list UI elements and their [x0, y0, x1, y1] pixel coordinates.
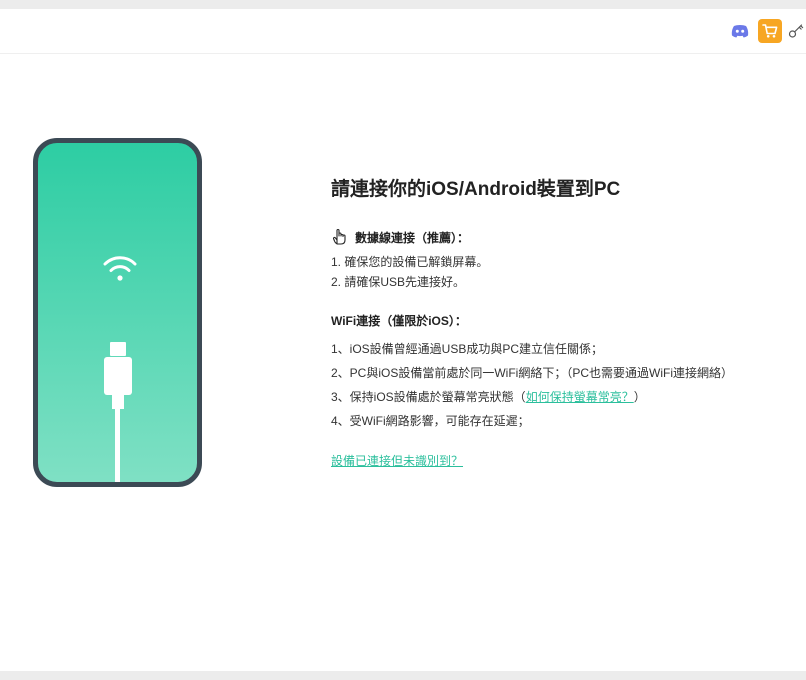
page-title: 請連接你的iOS/Android裝置到PC [331, 179, 621, 200]
usb-cable-icon [104, 342, 132, 482]
discord-button[interactable] [728, 19, 752, 43]
key-icon [788, 24, 804, 38]
wifi-step-3-text: 3、保持iOS設備處於螢幕常亮狀態（ [331, 390, 526, 404]
title-bar [0, 9, 806, 54]
cart-icon [762, 24, 778, 38]
phone-illustration [33, 138, 202, 487]
wifi-step-3: 3、保持iOS設備處於螢幕常亮狀態（如何保持螢幕常亮？） [331, 385, 791, 409]
wifi-step-1: 1、iOS設備曾經通過USB成功與PC建立信任關係； [331, 342, 604, 356]
keep-screen-on-link[interactable]: 如何保持螢幕常亮？ [526, 390, 634, 404]
device-not-recognized-link[interactable]: 設備已連接但未識別到？ [331, 451, 791, 471]
wifi-section-title: WiFi連接（僅限於iOS）： [331, 314, 467, 328]
wifi-step-4: 4、受WiFi網路影響，可能存在延遲； [331, 414, 530, 428]
title-bar-icons [722, 19, 806, 43]
usb-step-1: 1. 確保您的設備已解鎖屏幕。 [331, 255, 489, 269]
license-key-button[interactable] [788, 19, 806, 43]
connection-instructions: 請連接你的iOS/Android裝置到PC 數據線連接（推薦）： 1. 確保您的… [331, 176, 791, 471]
wifi-step-3-suffix: ） [633, 390, 646, 404]
cart-button[interactable] [758, 19, 782, 43]
usb-step-2: 2. 請確保USB先連接好。 [331, 275, 466, 289]
pointing-hand-icon [331, 228, 349, 246]
wifi-step-2: 2、PC與iOS設備當前處於同一WiFi網絡下；（PC也需要通過WiFi連接網絡… [331, 366, 733, 380]
usb-section-title: 數據線連接（推薦）： [331, 228, 791, 246]
usb-section-title-text: 數據線連接（推薦）： [355, 230, 470, 245]
discord-icon [731, 24, 749, 38]
